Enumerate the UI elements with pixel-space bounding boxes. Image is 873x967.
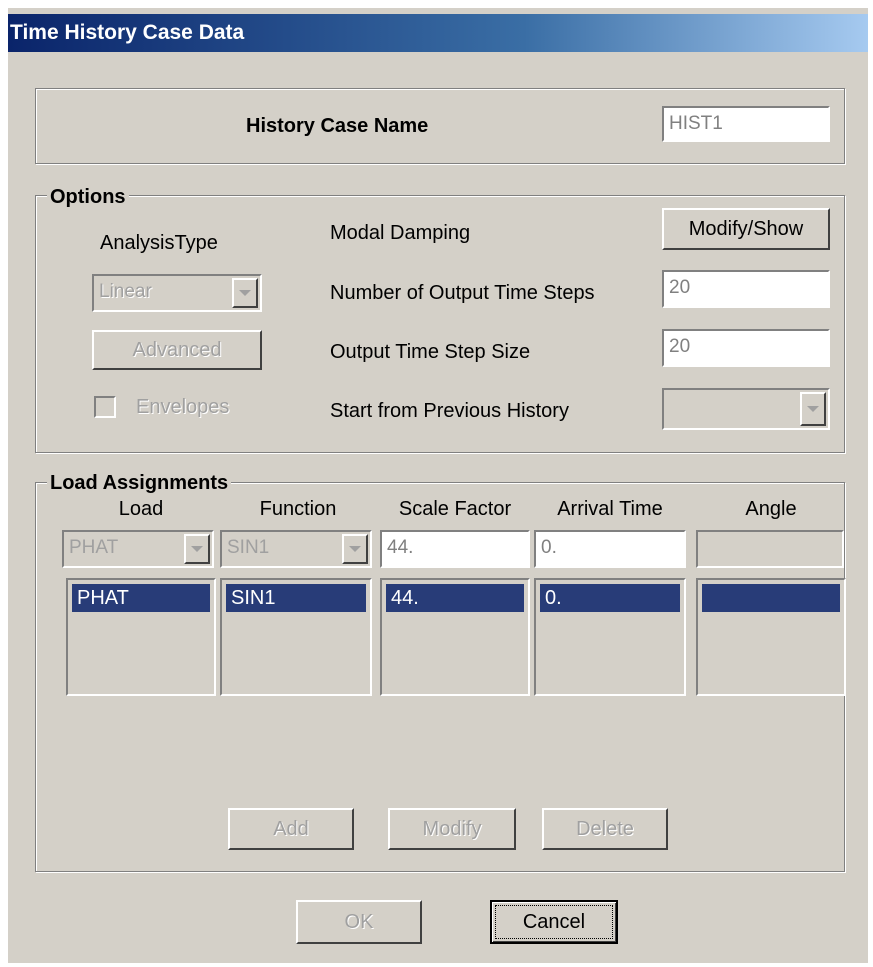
arrival-time-listbox[interactable]: 0.	[534, 578, 686, 696]
start-prev-label: Start from Previous History	[330, 400, 569, 422]
arrival-time-input[interactable]: 0.	[534, 530, 686, 568]
scale-factor-input[interactable]: 44.	[380, 530, 530, 568]
add-button[interactable]: Add	[228, 808, 354, 850]
cancel-button[interactable]: Cancel	[490, 900, 618, 944]
load-assignments-legend: Load Assignments	[47, 472, 232, 495]
output-steps-input[interactable]: 20	[662, 270, 830, 308]
scale-factor-value: 44.	[387, 537, 414, 558]
step-size-label: Output Time Step Size	[330, 341, 531, 363]
analysis-type-label: AnalysisType	[100, 232, 218, 254]
output-steps-value: 20	[669, 277, 691, 298]
window-title: Time History Case Data	[10, 21, 245, 44]
history-case-label: History Case Name	[246, 115, 429, 137]
list-item[interactable]: 44.	[386, 584, 524, 612]
options-legend: Options	[47, 186, 129, 209]
modify-show-button[interactable]: Modify/Show	[662, 208, 830, 250]
chevron-down-icon[interactable]	[342, 534, 368, 564]
ok-button-label: OK	[344, 910, 374, 933]
chevron-down-icon[interactable]	[184, 534, 210, 564]
add-button-label: Add	[273, 817, 309, 840]
history-case-name-value: HIST1	[669, 113, 723, 134]
output-steps-label: Number of Output Time Steps	[330, 282, 595, 304]
function-listbox[interactable]: SIN1	[220, 578, 372, 696]
analysis-type-select[interactable]: Linear	[92, 274, 262, 312]
ok-button[interactable]: OK	[296, 900, 422, 944]
column-header-angle: Angle	[745, 498, 797, 520]
modal-damping-label: Modal Damping	[330, 222, 471, 244]
column-header-arrival-time: Arrival Time	[557, 498, 663, 520]
list-item[interactable]	[702, 584, 840, 612]
start-prev-select[interactable]	[662, 388, 830, 430]
scale-factor-listbox[interactable]: 44.	[380, 578, 530, 696]
delete-button-label: Delete	[576, 817, 634, 840]
arrival-time-value: 0.	[541, 537, 557, 558]
advanced-button[interactable]: Advanced	[92, 330, 262, 370]
delete-button[interactable]: Delete	[542, 808, 668, 850]
chevron-down-icon[interactable]	[800, 392, 826, 426]
load-listbox[interactable]: PHAT	[66, 578, 216, 696]
chevron-down-icon[interactable]	[232, 278, 258, 308]
history-case-name-input[interactable]: HIST1	[662, 106, 830, 142]
angle-listbox[interactable]	[696, 578, 846, 696]
list-item[interactable]: 0.	[540, 584, 680, 612]
step-size-value: 20	[669, 336, 691, 357]
envelopes-checkbox[interactable]	[94, 396, 116, 418]
list-item[interactable]: PHAT	[72, 584, 210, 612]
angle-input[interactable]	[696, 530, 844, 568]
step-size-input[interactable]: 20	[662, 329, 830, 367]
function-select[interactable]: SIN1	[220, 530, 372, 568]
modify-button-label: Modify	[422, 817, 482, 840]
cancel-button-label: Cancel	[522, 910, 586, 933]
column-header-function: Function	[259, 498, 337, 520]
load-select[interactable]: PHAT	[62, 530, 214, 568]
column-header-scale-factor: Scale Factor	[398, 498, 512, 520]
list-item[interactable]: SIN1	[226, 584, 366, 612]
modify-button[interactable]: Modify	[388, 808, 516, 850]
envelopes-label: Envelopes	[136, 396, 230, 418]
advanced-button-label: Advanced	[132, 338, 222, 361]
column-header-load: Load	[118, 498, 164, 520]
modify-show-button-label: Modify/Show	[688, 217, 804, 240]
